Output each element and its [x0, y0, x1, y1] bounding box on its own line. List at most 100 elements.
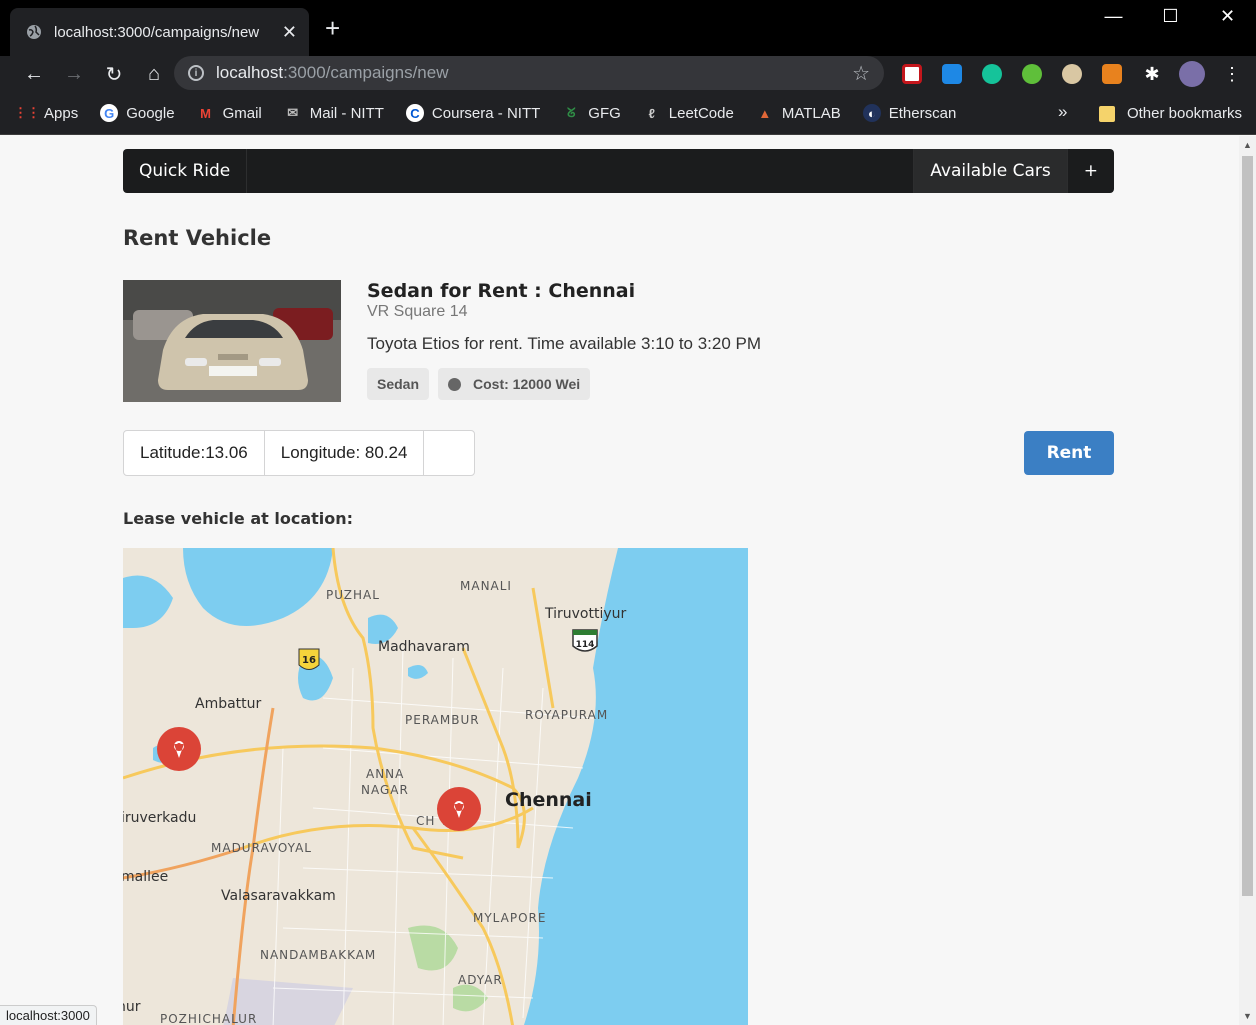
screen-extension-icon[interactable]	[938, 60, 966, 88]
map-marker-ambattur[interactable]	[157, 727, 201, 771]
coursera-icon: C	[405, 104, 424, 122]
url-host: localhost	[216, 63, 284, 82]
add-campaign-button[interactable]: +	[1066, 149, 1114, 193]
web-page: Quick Ride Available Cars + Rent Vehicle…	[0, 136, 1239, 1025]
bookmark-apps[interactable]: ⋮⋮ Apps	[14, 104, 78, 122]
listing-meta: VR Square 14	[367, 303, 468, 320]
maximize-icon[interactable]: ☐	[1142, 0, 1199, 32]
listing-header: Sedan for Rent : Chennai	[367, 280, 636, 302]
rent-button[interactable]: Rent	[1024, 431, 1114, 475]
bookmark-google[interactable]: G Google	[100, 104, 175, 122]
map-label-mylapore: MYLAPORE	[473, 911, 546, 925]
reload-icon[interactable]: ↻	[94, 62, 134, 87]
bookmark-mail-nitt[interactable]: ✉ Mail - NITT	[284, 104, 384, 122]
grammarly-extension-icon[interactable]	[978, 60, 1006, 88]
pocket-extension-icon[interactable]	[898, 60, 926, 88]
bookmark-coursera[interactable]: C Coursera - NITT	[405, 104, 540, 122]
bookmark-star-icon[interactable]: ☆	[852, 61, 870, 86]
map-label-iruverkadu: iruverkadu	[123, 810, 196, 826]
bookmark-etherscan[interactable]: ◐ Etherscan	[862, 104, 956, 122]
status-bar-url: localhost:3000	[0, 1005, 97, 1025]
profile-avatar[interactable]	[1178, 60, 1206, 88]
map-label-nagar: NAGAR	[361, 783, 409, 797]
close-window-icon[interactable]: ✕	[1199, 0, 1256, 32]
map-label-adyar: ADYAR	[458, 973, 503, 987]
globe-icon	[448, 377, 462, 391]
etherscan-icon: ◐	[862, 104, 881, 122]
scrollbar-thumb[interactable]	[1242, 156, 1253, 896]
bookmark-gfg[interactable]: ᘜ GFG	[562, 104, 621, 122]
cost-badge: Cost: 12000 Wei	[438, 368, 591, 400]
map-label-pozhichalur: POZHICHALUR	[160, 1012, 257, 1025]
tab-title: localhost:3000/campaigns/new	[54, 23, 260, 41]
bookmark-leetcode[interactable]: ℓ LeetCode	[643, 104, 734, 122]
map-label-nur: nur	[123, 999, 141, 1015]
google-icon: G	[100, 104, 119, 122]
page-scrollbar[interactable]: ▲ ▼	[1239, 136, 1256, 1025]
map-label-chennai: Chennai	[505, 789, 592, 811]
globe-icon	[27, 25, 41, 39]
browser-toolbar: ← → ↻ ⌂ i localhost:3000/campaigns/new ☆…	[0, 56, 1256, 92]
eyes-extension-icon[interactable]	[1058, 60, 1086, 88]
other-bookmarks[interactable]: Other bookmarks	[1098, 92, 1242, 135]
map-label-maduravoyal: MADURAVOYAL	[211, 841, 312, 855]
listing-labels: Sedan Cost: 12000 Wei	[367, 368, 591, 400]
mail-icon: ✉	[287, 105, 299, 120]
new-tab-button[interactable]: +	[325, 14, 340, 42]
type-badge: Sedan	[367, 368, 430, 400]
map-label-tiruvottiyur: Tiruvottiyur	[544, 606, 627, 622]
map-marker-chennai[interactable]	[437, 787, 481, 831]
extensions-area: ✱ ⋮	[898, 60, 1246, 88]
longitude-value: Longitude: 80.24	[265, 431, 425, 475]
available-cars-link[interactable]: Available Cars	[913, 149, 1067, 193]
bookmarks-bar: ⋮⋮ Apps G Google M Gmail ✉ Mail - NITT C Cour…	[0, 92, 1256, 135]
map-label-nandambakkam: NANDAMBAKKAM	[260, 948, 376, 962]
map-label-anna: ANNA	[366, 767, 404, 781]
home-icon[interactable]: ⌂	[134, 63, 174, 86]
map-label-madhavaram: Madhavaram	[378, 639, 470, 655]
lease-label: Lease vehicle at location:	[123, 509, 354, 528]
empty-cell	[424, 431, 474, 475]
map-label-manali: MANALI	[460, 579, 512, 593]
back-arrow-icon[interactable]: ←	[14, 63, 54, 86]
listing-description: Toyota Etios for rent. Time available 3:…	[367, 334, 762, 353]
latitude-value: Latitude:13.06	[124, 431, 265, 475]
site-info-icon[interactable]: i	[188, 65, 204, 81]
address-bar[interactable]: i localhost:3000/campaigns/new ☆	[174, 56, 884, 90]
map-label-mallee: mallee	[123, 869, 168, 885]
puzzle-extensions-icon[interactable]: ✱	[1138, 60, 1166, 88]
forward-arrow-icon[interactable]: →	[54, 63, 94, 86]
gmail-icon: M	[200, 105, 211, 121]
map-label-perambur: PERAMBUR	[405, 713, 480, 727]
location-map[interactable]: MANALI PUZHAL PERAMBUR ROYAPURAM ANNA NA…	[123, 548, 748, 1025]
folder-icon	[1098, 105, 1115, 122]
map-label-valasaravakkam: Valasaravakkam	[221, 888, 336, 904]
car-photo-illustration	[123, 280, 341, 402]
location-segment: Latitude:13.06 Longitude: 80.24	[123, 430, 476, 476]
scroll-down-icon[interactable]: ▼	[1243, 1011, 1252, 1021]
scroll-up-icon[interactable]: ▲	[1243, 140, 1252, 150]
bookmark-gmail[interactable]: M Gmail	[197, 104, 262, 122]
brand-link[interactable]: Quick Ride	[123, 149, 248, 193]
apps-grid-icon: ⋮⋮	[14, 105, 40, 120]
url-path: :3000/campaigns/new	[283, 63, 449, 82]
matlab-icon: ▲	[758, 105, 772, 121]
map-canvas[interactable]: MANALI PUZHAL PERAMBUR ROYAPURAM ANNA NA…	[123, 548, 748, 1025]
browser-tab[interactable]: localhost:3000/campaigns/new ✕	[10, 8, 309, 56]
window-controls: — ☐ ✕	[1085, 0, 1256, 32]
bookmark-matlab[interactable]: ▲ MATLAB	[756, 104, 840, 122]
tab-close-icon[interactable]: ✕	[282, 22, 297, 43]
svg-text:16: 16	[302, 655, 316, 666]
minimize-icon[interactable]: —	[1085, 0, 1142, 32]
check-extension-icon[interactable]	[1018, 60, 1046, 88]
page-title: Rent Vehicle	[123, 226, 272, 250]
vehicle-card: Sedan for Rent : Chennai VR Square 14 To…	[123, 280, 823, 402]
gfg-icon: ᘜ	[567, 105, 576, 120]
leetcode-icon: ℓ	[648, 105, 655, 121]
bookmarks-overflow-icon[interactable]: »	[1058, 102, 1067, 122]
metamask-fox-icon[interactable]	[1098, 60, 1126, 88]
browser-tab-bar: localhost:3000/campaigns/new ✕ + — ☐ ✕	[0, 0, 1256, 56]
map-label-puzhal: PUZHAL	[326, 588, 380, 602]
kebab-menu-icon[interactable]: ⋮	[1218, 60, 1246, 88]
car-image	[123, 280, 341, 402]
